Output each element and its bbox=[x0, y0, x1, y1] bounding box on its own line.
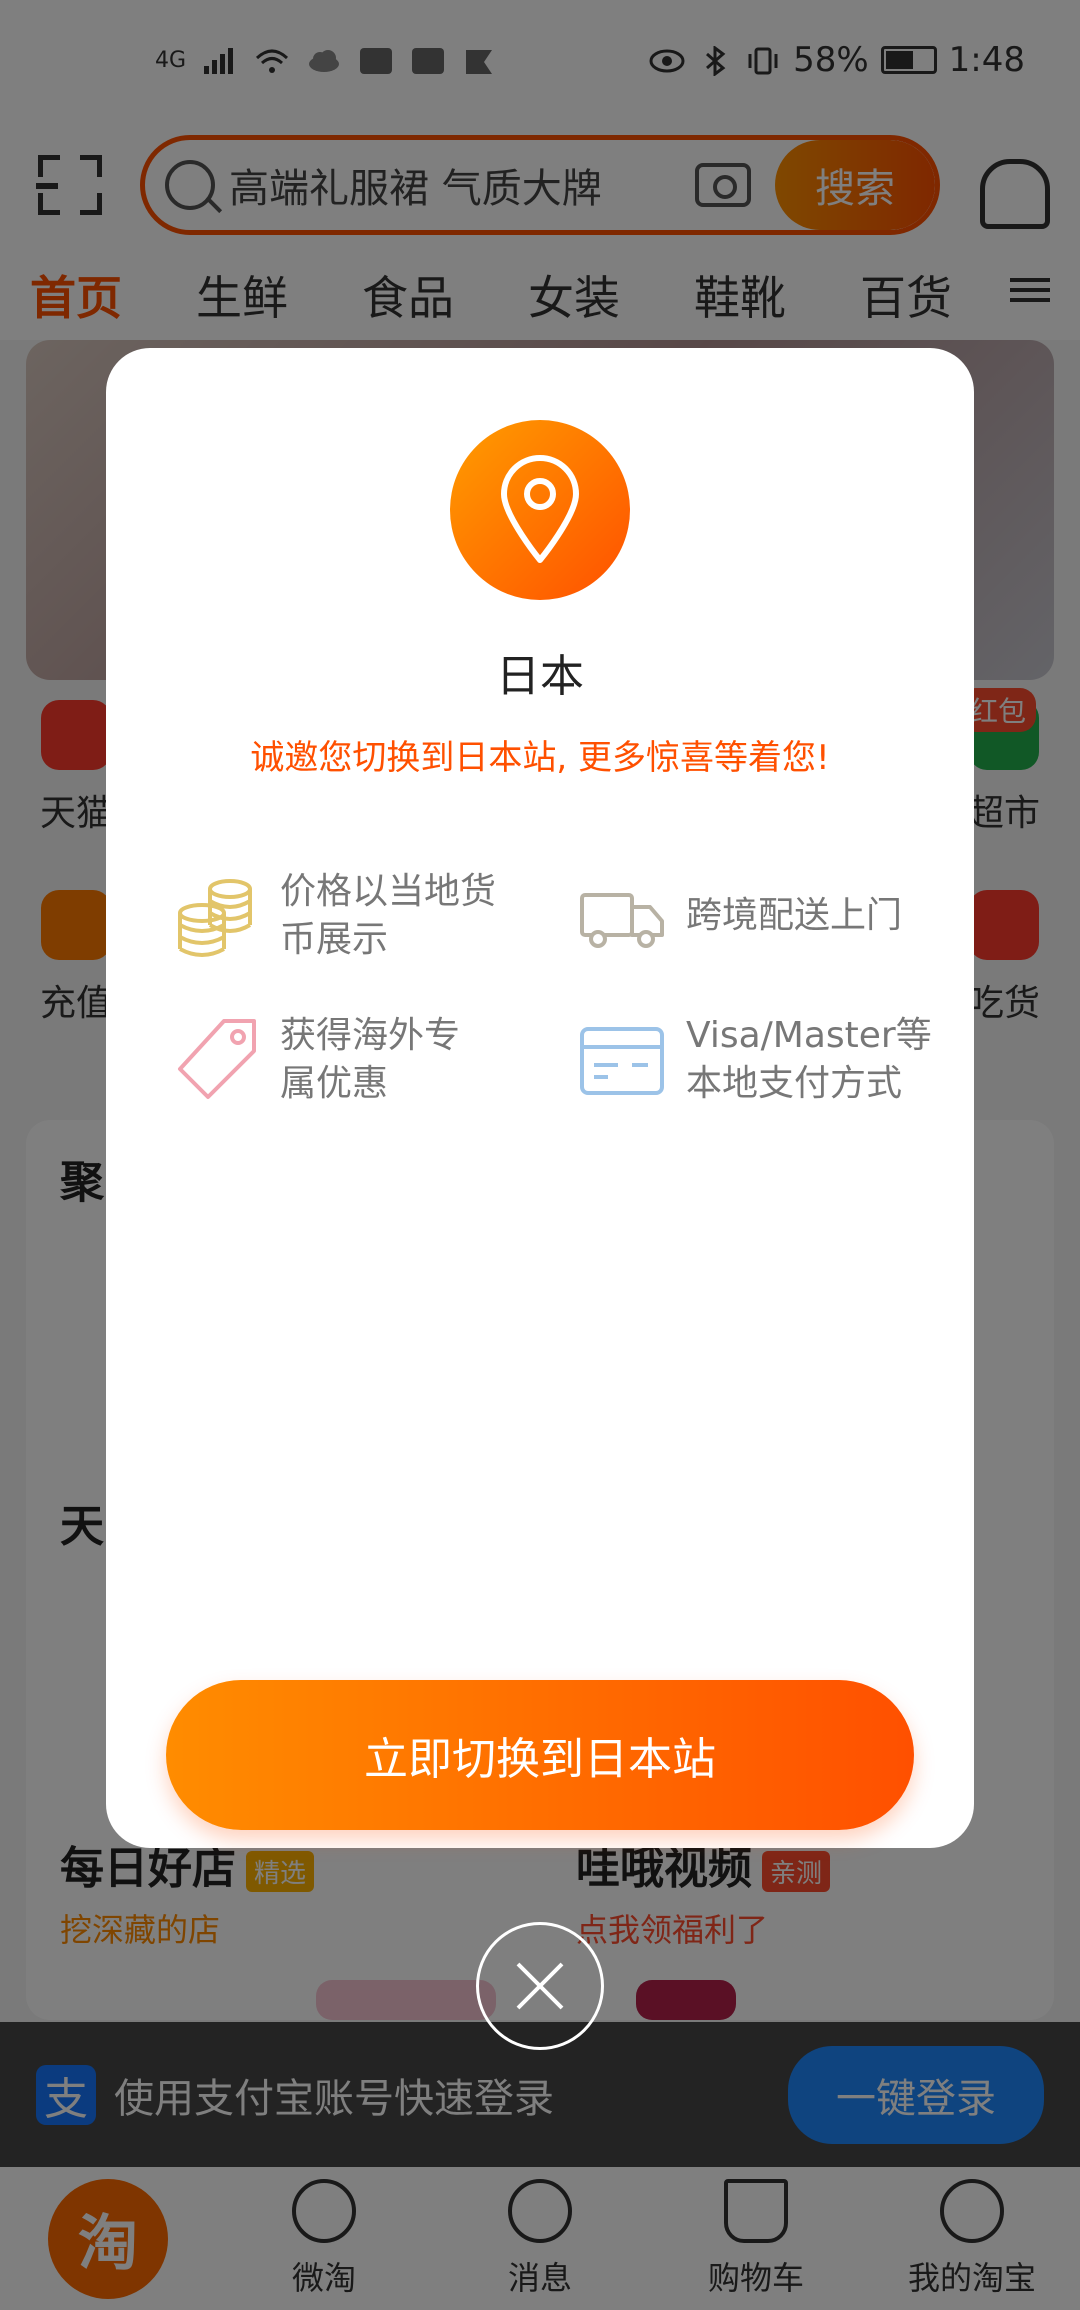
benefit-line: 本地支付方式 bbox=[686, 1063, 903, 1104]
benefit-text: 获得海外专 属优惠 bbox=[280, 1012, 460, 1108]
benefit-cross-border-delivery: 跨境配送上门 bbox=[578, 868, 902, 964]
modal-subtitle: 诚邀您切换到日本站, 更多惊喜等着您! bbox=[250, 738, 830, 778]
benefit-text: Visa/Master等 本地支付方式 bbox=[686, 1012, 932, 1108]
benefit-overseas-offers: 获得海外专 属优惠 bbox=[172, 1012, 460, 1108]
benefit-line: 属优惠 bbox=[280, 1063, 389, 1104]
truck-icon bbox=[578, 871, 668, 961]
close-button[interactable] bbox=[476, 1922, 604, 2050]
benefit-text: 跨境配送上门 bbox=[686, 892, 902, 940]
benefit-local-currency: 价格以当地货 币展示 bbox=[172, 868, 496, 964]
region-switch-modal: 日本 诚邀您切换到日本站, 更多惊喜等着您! 价格以当地货 币展示 跨境配送上门… bbox=[106, 348, 974, 1848]
benefit-line: 跨境配送上门 bbox=[686, 895, 903, 936]
tag-icon bbox=[172, 1015, 262, 1105]
benefit-line: 获得海外专 bbox=[280, 1015, 461, 1056]
benefit-local-payment: Visa/Master等 本地支付方式 bbox=[578, 1012, 932, 1108]
card-icon bbox=[578, 1015, 668, 1105]
benefit-line: Visa/Master等 bbox=[686, 1015, 932, 1056]
benefit-line: 价格以当地货 bbox=[280, 871, 497, 912]
close-icon bbox=[516, 1962, 564, 2010]
coins-icon bbox=[172, 871, 262, 961]
location-pin-icon bbox=[450, 420, 630, 600]
switch-site-button[interactable]: 立即切换到日本站 bbox=[166, 1680, 914, 1830]
modal-title: 日本 bbox=[496, 651, 584, 702]
benefit-line: 币展示 bbox=[280, 919, 389, 960]
benefit-text: 价格以当地货 币展示 bbox=[280, 868, 496, 964]
